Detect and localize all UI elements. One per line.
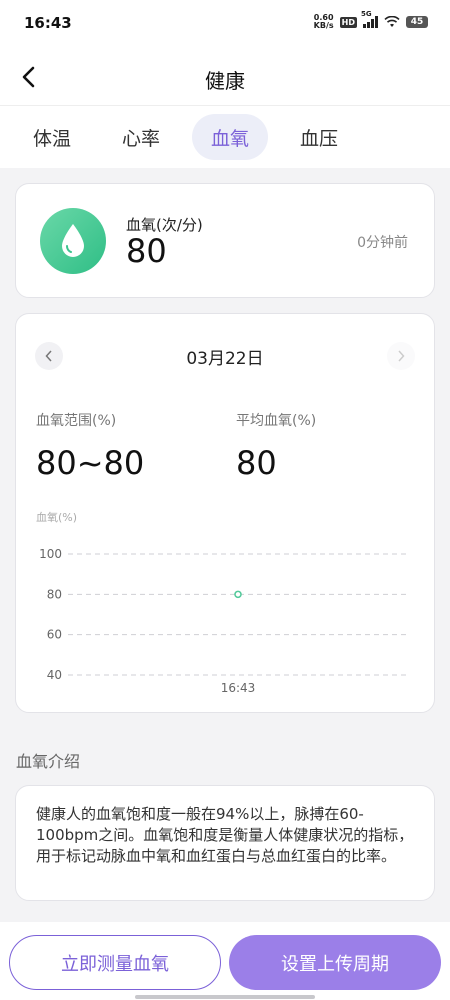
current-spo2-card: 血氧(次/分) 80 0分钟前 <box>15 183 435 298</box>
daily-chart-card: 03月22日 血氧范围(%) 80~80 平均血氧(%) 80 血氧(%) 100… <box>15 313 435 713</box>
set-upload-period-button[interactable]: 设置上传周期 <box>229 935 441 990</box>
page-title: 健康 <box>205 69 245 93</box>
chevron-right-icon <box>398 350 405 362</box>
tab-temperature[interactable]: 体温 <box>14 114 90 160</box>
spo2-chart: 血氧(%) 100 80 60 40 16:43 <box>36 510 408 694</box>
intro-title: 血氧介绍 <box>16 752 81 771</box>
chart-y-tick-label: 40 <box>47 668 62 682</box>
hd-icon: HD <box>339 16 357 28</box>
chart-y-tick-label: 100 <box>39 547 62 561</box>
chart-y-axis-label: 血氧(%) <box>36 510 77 524</box>
water-drop-icon <box>62 224 84 257</box>
network-speed: 0.60 KB/s <box>314 14 334 30</box>
tab-blood-oxygen[interactable]: 血氧 <box>192 114 268 160</box>
next-date-button[interactable] <box>387 342 415 370</box>
date-label: 03月22日 <box>186 349 264 369</box>
status-icons: 0.60 KB/s HD 5G 45 <box>314 10 428 30</box>
range-value: 80~80 <box>36 444 145 482</box>
chart-y-tick-label: 60 <box>47 628 62 642</box>
home-indicator[interactable] <box>135 995 315 999</box>
chart-y-tick-label: 80 <box>47 587 62 601</box>
tab-heart-rate[interactable]: 心率 <box>103 114 179 160</box>
chart-data-point <box>234 590 242 599</box>
tab-blood-pressure[interactable]: 血压 <box>281 114 357 160</box>
metric-tabs: 体温 心率 血氧 血压 <box>0 106 450 168</box>
average-value: 80 <box>236 444 277 482</box>
intro-card: 健康人的血氧饱和度一般在94%以上，脉搏在60-100bpm之间。血氧饱和度是衡… <box>15 785 435 901</box>
nav-bar: 健康 <box>0 48 450 106</box>
network-speed-unit: KB/s <box>313 21 334 30</box>
spo2-value: 80 <box>126 232 167 270</box>
signal-icon: 5G <box>361 10 378 28</box>
range-label: 血氧范围(%) <box>36 413 117 429</box>
measure-now-button[interactable]: 立即测量血氧 <box>9 935 221 990</box>
chart-x-tick-label: 16:43 <box>221 681 256 694</box>
spo2-icon-circle <box>40 208 106 274</box>
network-type: 5G <box>361 10 372 18</box>
wifi-icon <box>384 16 400 27</box>
status-bar: 16:43 0.60 KB/s HD 5G 45 <box>0 0 450 48</box>
bottom-action-bar: 立即测量血氧 设置上传周期 <box>0 922 450 1000</box>
battery-icon: 45 <box>406 16 428 28</box>
status-time: 16:43 <box>24 14 72 32</box>
spo2-time-ago: 0分钟前 <box>357 235 408 251</box>
average-label: 平均血氧(%) <box>236 413 317 429</box>
intro-text: 健康人的血氧饱和度一般在94%以上，脉搏在60-100bpm之间。血氧饱和度是衡… <box>36 805 414 865</box>
